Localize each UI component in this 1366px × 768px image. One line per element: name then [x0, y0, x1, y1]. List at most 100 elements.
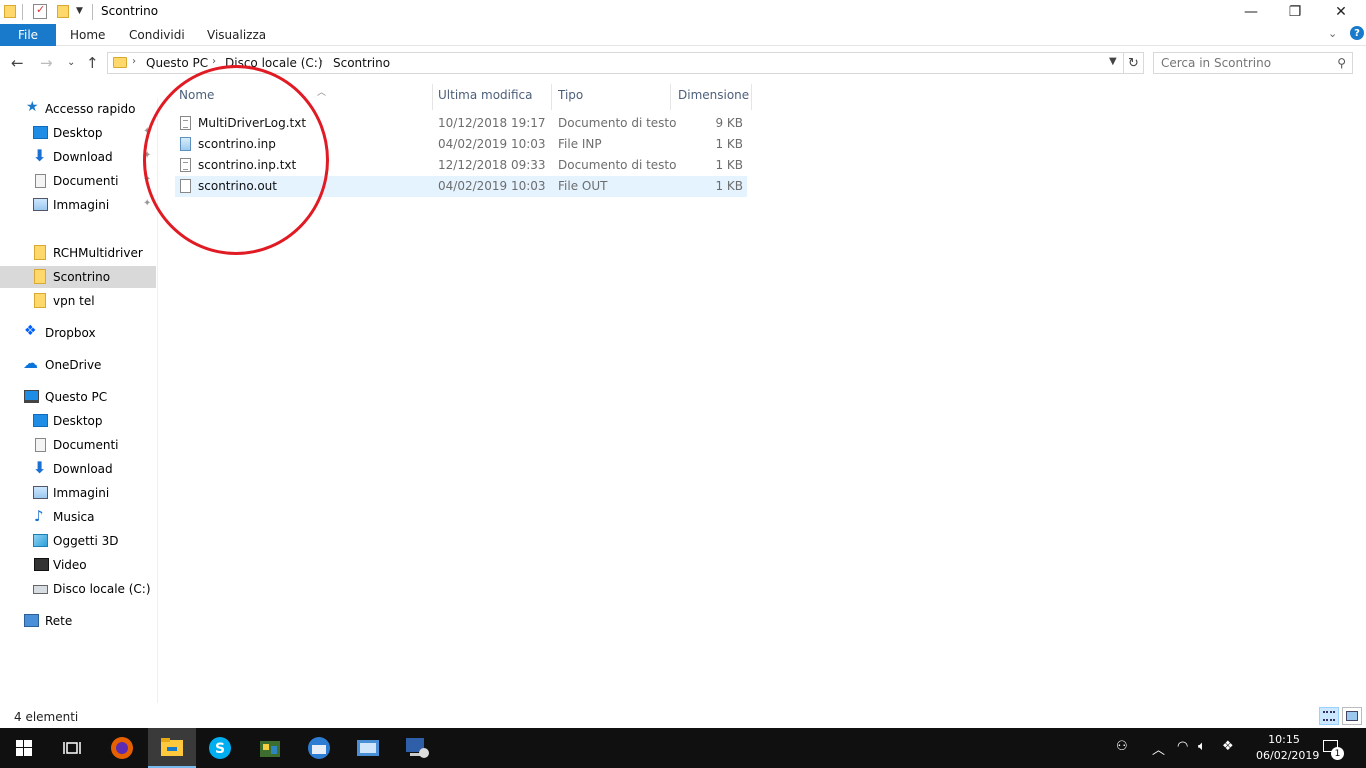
details-view-icon [1323, 711, 1335, 721]
maximize-button[interactable]: ❐ [1272, 0, 1318, 24]
breadcrumb-questo-pc[interactable]: Questo PC [146, 56, 208, 70]
sidebar-item-documenti[interactable]: Documenti ✦ [0, 170, 156, 192]
large-icons-view-button[interactable] [1342, 707, 1362, 725]
taskbar-skype[interactable]: S [196, 728, 244, 768]
folder-icon [34, 293, 46, 308]
sidebar-item-download[interactable]: ⬇ Download ✦ [0, 146, 156, 168]
control-panel-icon [357, 740, 379, 756]
svg-text:S: S [215, 741, 225, 757]
dropbox-tray-icon[interactable]: ❖ [1222, 739, 1234, 754]
search-icon[interactable]: ⚲ [1337, 56, 1346, 70]
sidebar-item-video[interactable]: Video [0, 554, 156, 576]
breadcrumb-separator[interactable]: › [319, 56, 323, 67]
taskbar-remote-desktop[interactable] [393, 728, 441, 768]
sidebar-item-pc-desktop[interactable]: Desktop [0, 410, 156, 432]
column-header-type[interactable]: Tipo [558, 86, 670, 110]
search-box[interactable]: ⚲ [1153, 52, 1353, 74]
tab-share[interactable]: Condividi [129, 28, 185, 42]
sidebar-item-desktop[interactable]: Desktop ✦ [0, 122, 156, 144]
details-view-button[interactable] [1319, 707, 1339, 725]
tab-home[interactable]: Home [70, 28, 105, 42]
tab-view[interactable]: Visualizza [207, 28, 266, 42]
sidebar-item-label: OneDrive [45, 358, 102, 372]
sidebar-item-label: Download [53, 150, 113, 164]
desktop-icon [33, 414, 48, 427]
task-view-button[interactable] [48, 728, 96, 768]
help-icon[interactable]: ? [1350, 26, 1364, 40]
sidebar-item-label: Desktop [53, 126, 103, 140]
close-button[interactable]: ✕ [1318, 0, 1364, 24]
breadcrumb-scontrino[interactable]: Scontrino [333, 56, 390, 70]
sidebar-item-label: Documenti [53, 438, 119, 452]
sidebar-item-questo-pc[interactable]: Questo PC [0, 386, 156, 408]
sidebar-item-rete[interactable]: Rete [0, 610, 156, 632]
sidebar-item-oggetti-3d[interactable]: Oggetti 3D [0, 530, 156, 552]
sidebar-item-label: Immagini [53, 198, 110, 212]
sidebar-item-vpn-tel[interactable]: vpn tel [0, 290, 156, 312]
sidebar-item-rchmultidriver[interactable]: RCHMultidriver [0, 242, 156, 264]
taskbar-app-tools[interactable] [246, 728, 294, 768]
documents-icon [35, 438, 46, 452]
people-icon[interactable]: ⚇ [1116, 739, 1128, 754]
sidebar-item-pc-download[interactable]: ⬇ Download [0, 458, 156, 480]
sidebar-item-label: Immagini [53, 486, 110, 500]
documents-icon [35, 174, 46, 188]
sidebar-item-disco-locale[interactable]: Disco locale (C:) [0, 578, 156, 600]
expand-ribbon-icon[interactable]: ⌄ [1328, 27, 1337, 40]
recent-locations-icon[interactable]: ⌄ [67, 57, 75, 68]
minimize-button[interactable]: — [1228, 0, 1274, 24]
column-header-modified[interactable]: Ultima modifica [438, 86, 550, 110]
sidebar-item-dropbox[interactable]: ❖ Dropbox [0, 322, 156, 344]
search-input[interactable] [1154, 53, 1324, 73]
sidebar-item-label: vpn tel [53, 294, 95, 308]
column-divider[interactable] [432, 84, 433, 110]
taskbar-file-explorer[interactable] [148, 728, 196, 768]
column-divider[interactable] [751, 84, 752, 110]
skype-icon: S [209, 737, 231, 759]
breadcrumb-separator[interactable]: › [132, 56, 136, 67]
clock[interactable]: 10:15 06/02/2019 [1256, 732, 1319, 764]
sidebar-item-musica[interactable]: ♪ Musica [0, 506, 156, 528]
refresh-button[interactable]: ↻ [1124, 52, 1144, 74]
address-dropdown-icon[interactable]: ▼ [1109, 56, 1117, 67]
back-icon[interactable]: ← [11, 54, 24, 72]
sidebar-item-accesso-rapido[interactable]: ★ Accesso rapido [0, 98, 156, 120]
sidebar-item-label: Musica [53, 510, 95, 524]
file-type: File OUT [558, 179, 608, 193]
up-icon[interactable]: ↑ [86, 54, 99, 72]
forward-icon[interactable]: → [40, 54, 53, 72]
sidebar-item-onedrive[interactable]: ☁ OneDrive [0, 354, 156, 376]
network-icon [24, 614, 39, 627]
action-center-button[interactable]: 1 [1322, 738, 1344, 760]
volume-icon[interactable]: 🔈︎ [1198, 739, 1206, 754]
wifi-icon[interactable]: ◠ [1177, 739, 1188, 754]
sidebar-item-label: Questo PC [45, 390, 108, 404]
file-type: Documento di testo [558, 116, 677, 130]
file-modified: 04/02/2019 10:03 [438, 179, 546, 193]
start-button[interactable] [0, 728, 48, 768]
customize-toolbar-icon[interactable]: ▼ [76, 6, 83, 22]
column-divider[interactable] [551, 84, 552, 110]
tab-file[interactable]: File [0, 24, 56, 46]
sidebar-item-pc-documenti[interactable]: Documenti [0, 434, 156, 456]
sidebar-item-scontrino[interactable]: Scontrino [0, 266, 156, 288]
video-icon [34, 558, 49, 571]
item-count: 4 elementi [14, 710, 79, 724]
pin-icon[interactable]: ✦ [143, 198, 151, 209]
taskbar: S ⚇ ︿ ◠ 🔈︎ ❖ 10:15 06/02/2019 1 [0, 728, 1366, 768]
sidebar-item-pc-immagini[interactable]: Immagini [0, 482, 156, 504]
show-hidden-icons-icon[interactable]: ︿ [1152, 739, 1165, 758]
folder-icon [113, 57, 127, 68]
clock-time: 10:15 [1268, 733, 1300, 746]
task-view-icon [63, 742, 81, 754]
column-divider[interactable] [670, 84, 671, 110]
breadcrumb-separator[interactable]: › [212, 56, 216, 67]
sidebar-item-immagini[interactable]: Immagini ✦ [0, 194, 156, 216]
taskbar-thunderbird[interactable] [295, 728, 343, 768]
taskbar-firefox[interactable] [98, 728, 146, 768]
taskbar-control-panel[interactable] [344, 728, 392, 768]
new-folder-icon[interactable] [57, 5, 69, 18]
column-header-size[interactable]: Dimensione [678, 86, 750, 110]
folder-icon [4, 5, 16, 18]
properties-icon[interactable]: ✓ [33, 3, 47, 19]
